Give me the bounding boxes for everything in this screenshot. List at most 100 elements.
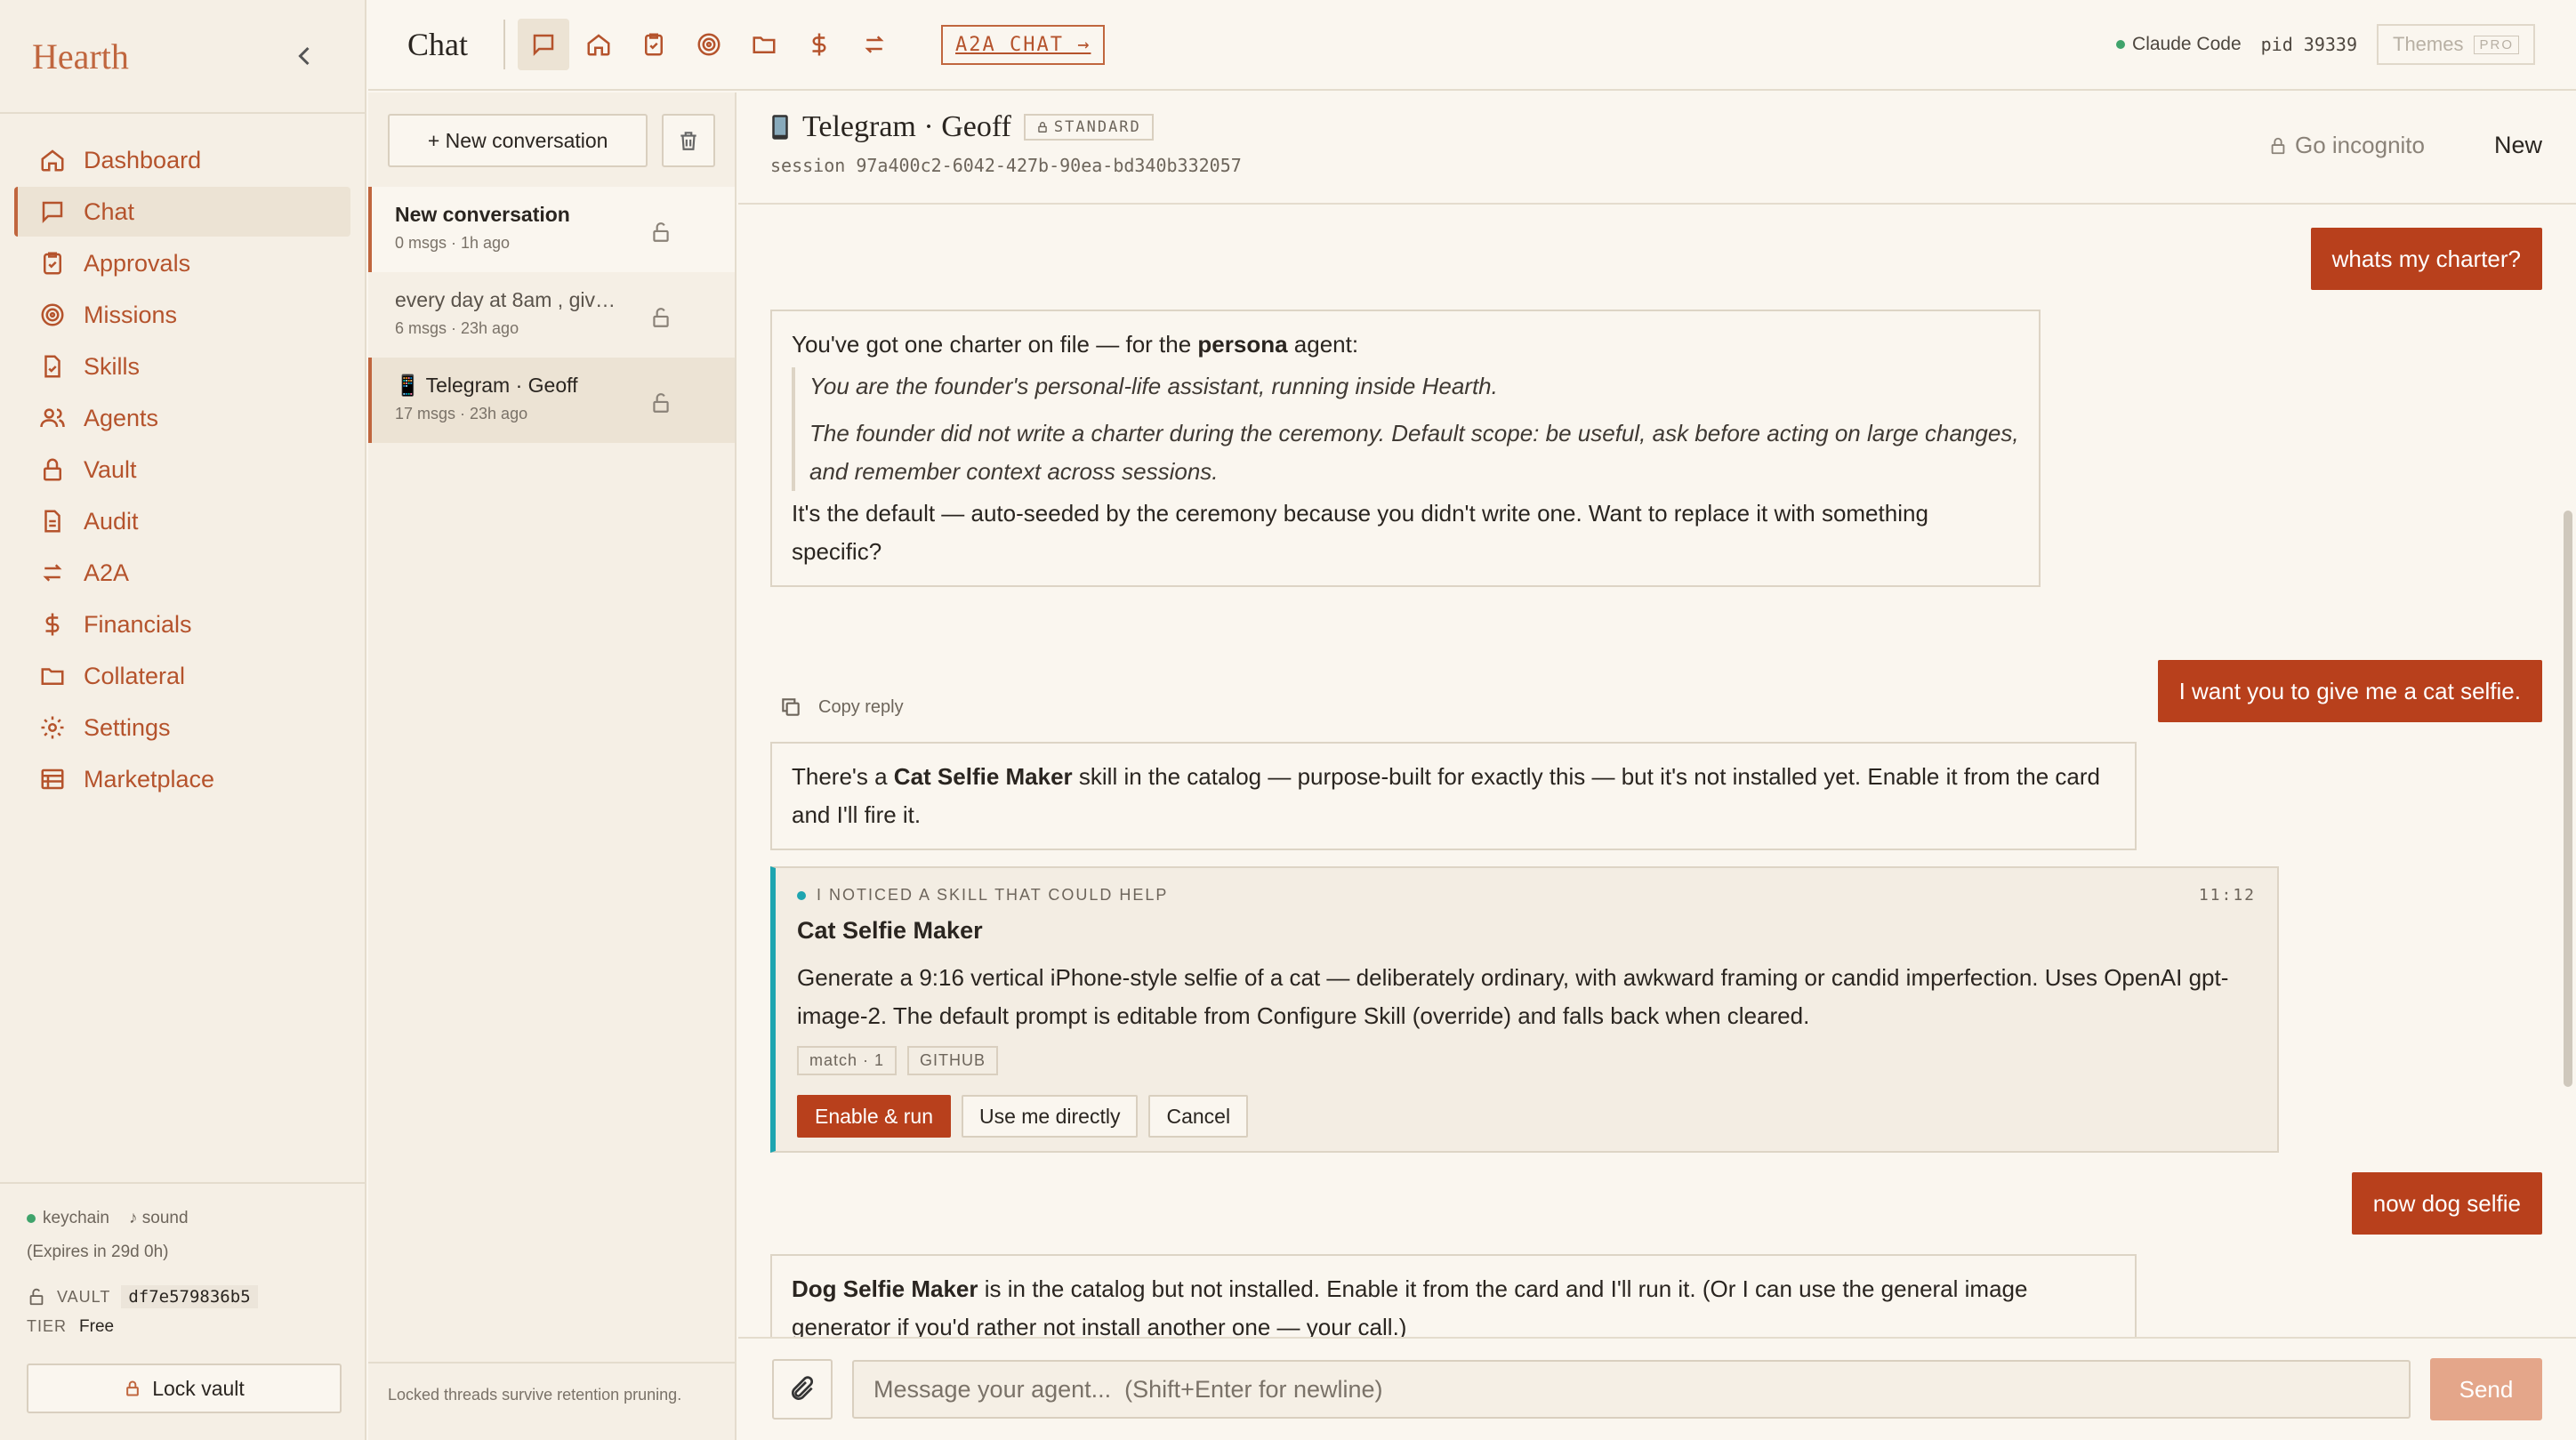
paperclip-icon <box>792 1376 814 1400</box>
claude-code-status: Claude Code <box>2116 34 2242 55</box>
sidebar-item-audit[interactable]: Audit <box>14 496 350 546</box>
message-text: There's a <box>792 763 894 790</box>
sidebar-item-label: Audit <box>84 507 139 535</box>
lock-icon <box>44 458 61 481</box>
skill-card-header: I NOTICED A SKILL THAT COULD HELP 11:12 <box>797 886 2256 905</box>
copy-reply-label: Copy reply <box>818 696 904 717</box>
status-indicators: keychain ♪ sound <box>27 1209 338 1228</box>
chat-header-actions: Go incognito New <box>2268 132 2542 159</box>
sidebar-item-label: Financials <box>84 610 192 638</box>
unlock-icon[interactable] <box>649 306 672 329</box>
page-title: Chat <box>407 27 468 62</box>
user-message: whats my charter? <box>2310 228 2542 290</box>
sidebar-item-dashboard[interactable]: Dashboard <box>14 135 350 185</box>
attach-button[interactable] <box>772 1359 833 1420</box>
sidebar-item-skills[interactable]: Skills <box>14 342 350 391</box>
message-list[interactable]: whats my charter? You've got one charter… <box>738 206 2576 1337</box>
user-message: now dog selfie <box>2351 1172 2542 1235</box>
message-input[interactable] <box>852 1360 2411 1419</box>
skill-card-time: 11:12 <box>2198 886 2256 905</box>
scrollbar[interactable] <box>2564 511 2572 1087</box>
sidebar-item-agents[interactable]: Agents <box>14 393 350 443</box>
arrows-icon[interactable] <box>849 19 900 70</box>
unlock-icon[interactable] <box>649 391 672 414</box>
chat-header: Telegram · Geoff STANDARD session 97a400… <box>738 93 2576 205</box>
claude-code-label: Claude Code <box>2132 34 2242 54</box>
skill-suggestion-card: I NOTICED A SKILL THAT COULD HELP 11:12 … <box>770 866 2279 1153</box>
source-tag: GITHUB <box>907 1046 999 1075</box>
home-icon[interactable] <box>573 19 624 70</box>
collapse-sidebar-icon[interactable] <box>288 40 320 72</box>
lock-vault-button[interactable]: Lock vault <box>27 1364 342 1413</box>
vault-expiry: (Expires in 29d 0h) <box>27 1243 169 1261</box>
chat-title: Telegram · Geoff <box>802 110 1011 143</box>
sidebar-item-settings[interactable]: Settings <box>14 703 350 752</box>
sidebar-status: keychain ♪ sound (Expires in 29d 0h) VAU… <box>0 1182 365 1440</box>
conversation-actions: + New conversation <box>368 93 735 187</box>
sidebar: Hearth Dashboard Chat Approvals Missions… <box>0 0 366 1440</box>
sidebar-item-label: Missions <box>84 301 178 328</box>
gear-icon <box>41 716 64 739</box>
themes-button[interactable]: Themes PRO <box>2377 24 2535 65</box>
cancel-button[interactable]: Cancel <box>1148 1095 1249 1138</box>
skill-name-inline: Dog Selfie Maker <box>792 1275 978 1302</box>
clipboard-check-icon[interactable] <box>628 19 680 70</box>
unlock-icon[interactable] <box>649 221 672 244</box>
sidebar-item-a2a[interactable]: A2A <box>14 548 350 598</box>
status-dot <box>27 1214 36 1223</box>
brand-row: Hearth <box>0 0 365 114</box>
chat-icon[interactable] <box>518 19 569 70</box>
new-conversation-button[interactable]: + New conversation <box>388 114 648 167</box>
a2a-chat-link[interactable]: A2A CHAT → <box>941 24 1106 65</box>
agent-message: You've got one charter on file — for the… <box>770 310 2041 587</box>
sidebar-item-missions[interactable]: Missions <box>14 290 350 340</box>
sidebar-item-label: Vault <box>84 455 137 483</box>
new-chat-button[interactable]: New <box>2494 132 2542 159</box>
sidebar-item-financials[interactable]: Financials <box>14 599 350 649</box>
unlock-icon <box>29 1288 44 1306</box>
sidebar-nav: Dashboard Chat Approvals Missions Skills… <box>0 114 365 804</box>
keychain-status: keychain <box>27 1209 109 1228</box>
folder-icon[interactable] <box>738 19 790 70</box>
sidebar-item-label: Marketplace <box>84 765 215 792</box>
copy-reply-button[interactable]: Copy reply <box>779 696 904 719</box>
clipboard-check-icon <box>44 252 61 275</box>
conversation-list: + New conversation New conversation 0 ms… <box>368 93 737 1440</box>
delete-conversation-button[interactable] <box>662 114 715 167</box>
sidebar-item-label: Settings <box>84 713 171 741</box>
phone-icon <box>772 115 788 140</box>
use-directly-button[interactable]: Use me directly <box>961 1095 1139 1138</box>
conversation-item[interactable]: New conversation 0 msgs · 1h ago <box>368 187 735 272</box>
arrows-icon <box>43 564 62 582</box>
sidebar-item-label: Dashboard <box>84 146 202 173</box>
dollar-icon[interactable] <box>793 19 845 70</box>
sidebar-item-chat[interactable]: Chat <box>14 187 350 237</box>
brand-logo[interactable]: Hearth <box>32 36 129 77</box>
folder-icon <box>41 668 64 685</box>
themes-label: Themes <box>2393 33 2464 55</box>
status-dot <box>797 891 806 900</box>
target-icon[interactable] <box>683 19 735 70</box>
chat-icon <box>42 201 63 224</box>
sidebar-item-vault[interactable]: Vault <box>14 445 350 495</box>
quote-line: You are the founder's personal-life assi… <box>809 373 1498 399</box>
conversation-item[interactable]: 📱 Telegram · Geoff 17 msgs · 23h ago <box>368 358 735 443</box>
sidebar-item-collateral[interactable]: Collateral <box>14 651 350 701</box>
send-button[interactable]: Send <box>2430 1358 2542 1420</box>
conversation-title: New conversation <box>395 203 570 226</box>
lock-icon <box>126 1380 140 1396</box>
vault-label: VAULT <box>57 1287 111 1306</box>
store-icon <box>41 768 64 790</box>
topbar: Chat A2A CHAT → Claude Code pid 39339 Th… <box>368 0 2576 91</box>
tier-value: Free <box>79 1317 115 1336</box>
conversation-item[interactable]: every day at 8am , give me a summary 6 m… <box>368 272 735 358</box>
enable-and-run-button[interactable]: Enable & run <box>797 1095 951 1138</box>
badge-label: STANDARD <box>1053 118 1141 136</box>
sidebar-item-marketplace[interactable]: Marketplace <box>14 754 350 804</box>
retention-note: Locked threads survive retention pruning… <box>368 1362 735 1440</box>
lock-icon <box>1038 122 1047 133</box>
go-incognito-button[interactable]: Go incognito <box>2268 132 2425 159</box>
skill-card-actions: Enable & run Use me directly Cancel <box>797 1095 2256 1138</box>
sidebar-item-approvals[interactable]: Approvals <box>14 238 350 288</box>
trash-icon <box>680 132 696 150</box>
